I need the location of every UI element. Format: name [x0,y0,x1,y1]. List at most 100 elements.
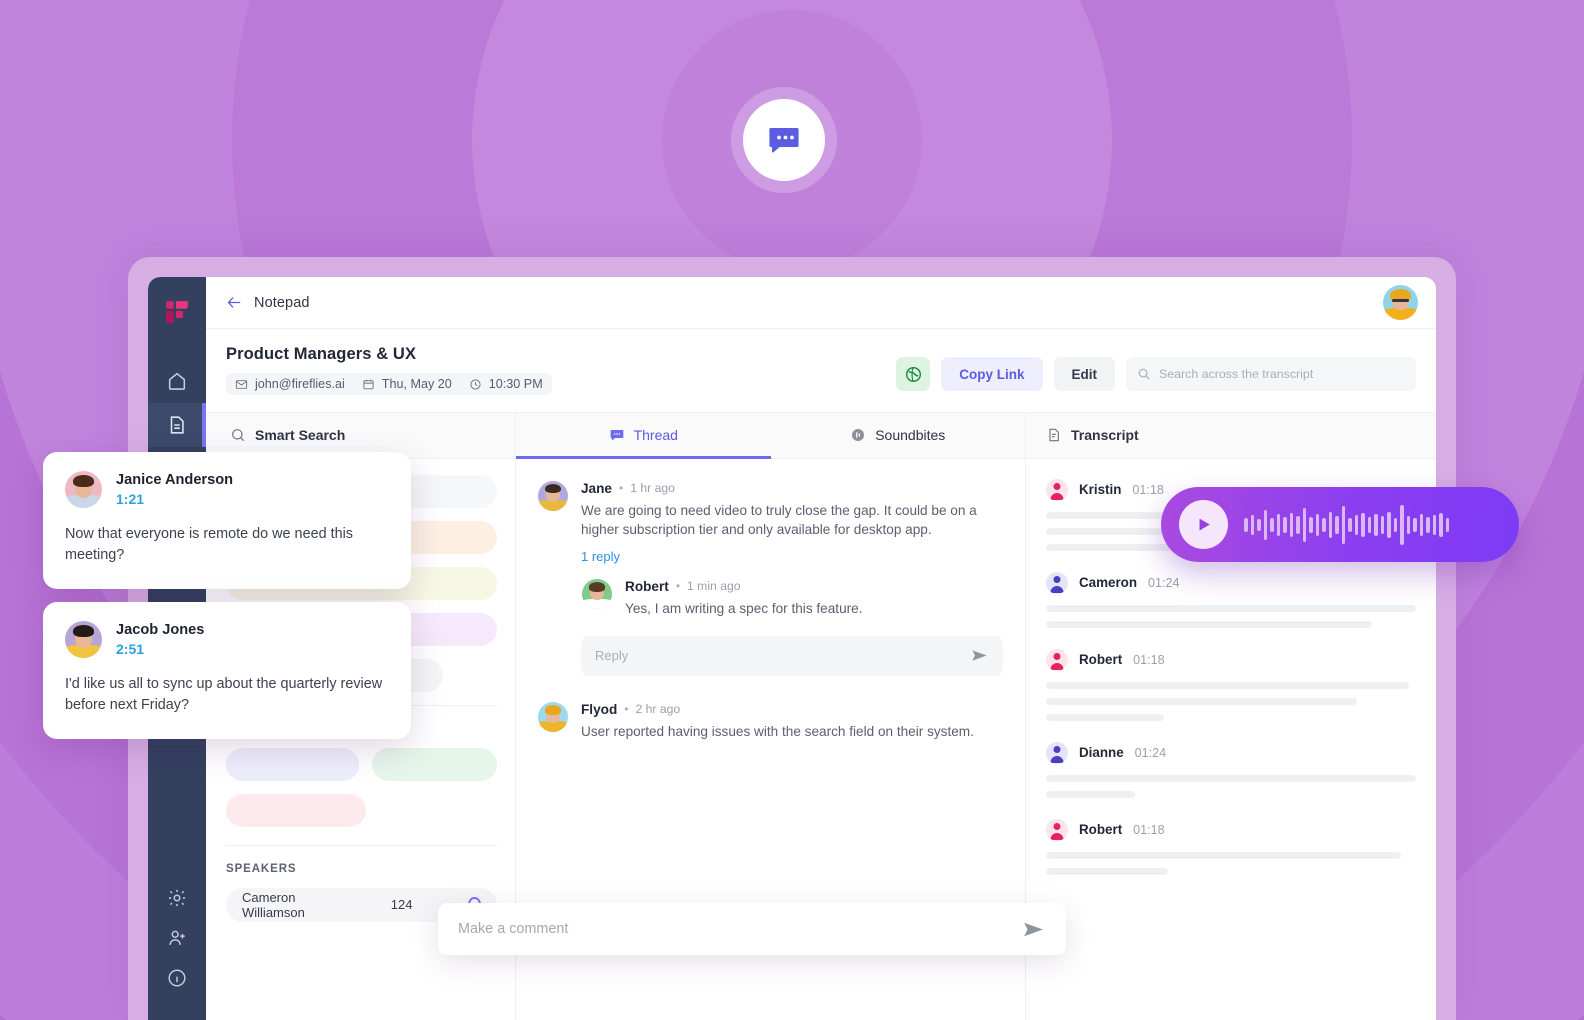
comment-text: Now that everyone is remote do we need t… [65,526,353,564]
avatar [65,621,102,658]
tab-transcript[interactable]: Transcript [1026,412,1436,459]
transcript-timestamp[interactable]: 01:18 [1132,483,1164,497]
edit-button[interactable]: Edit [1053,357,1115,391]
waveform-bar [1309,516,1313,533]
comment-timestamp[interactable]: 1:21 [116,491,233,507]
tab-thread[interactable]: Thread [516,413,771,459]
soundbite-icon [852,429,865,441]
transcript-timestamp[interactable]: 01:24 [1135,746,1167,760]
comment-input[interactable] [458,921,1009,937]
transcript-entry[interactable]: Robert 01:18 [1046,818,1416,875]
waveform-bar [1341,505,1345,544]
separator-dot: • [618,481,624,495]
thread-reply: Robert • 1 min ago Yes, I am writing a spec… [582,578,1003,619]
search-icon [1138,368,1150,380]
speakers-label: SPEAKERS [226,862,297,875]
message-time: 2 hr ago [635,702,681,717]
sidebar-item-help[interactable] [148,958,206,998]
transcript-text-placeholder [1046,713,1165,721]
waveform-bar [1354,514,1358,535]
screenshot-root: Notepad Product Managers & UX john@firef… [0,0,1584,1020]
page-title: Notepad [254,294,310,311]
transcript-speaker: Robert [1079,652,1123,667]
play-button[interactable] [1179,500,1228,549]
share-public-button[interactable] [896,357,931,391]
avatar-photo [582,578,612,609]
transcript-text-placeholder [1046,620,1372,628]
hero-chat-badge [743,99,825,181]
waveform-bar [1380,515,1384,534]
message-text: User reported having issues with the sea… [581,723,974,739]
meeting-header: Product Managers & UX john@fireflies.ai … [206,329,1436,412]
tab-transcript-label: Transcript [1071,427,1139,443]
sidebar-item-notepad[interactable] [148,403,206,447]
waveform-bar [1315,513,1319,536]
transcript-timestamp[interactable]: 01:24 [1148,576,1180,590]
transcript-entry[interactable]: Robert 01:18 [1046,648,1416,721]
send-icon[interactable] [970,646,989,665]
waveform-bar [1406,515,1410,534]
floating-comment-card[interactable]: Janice Anderson 1:21 Now that everyone i… [43,452,411,589]
waveform-bar [1361,512,1365,537]
add-user-icon [169,930,185,945]
transcript-text-placeholder [1046,851,1402,859]
reply-input[interactable] [595,648,960,664]
avatar [582,578,612,609]
meeting-actions: Copy Link Edit [896,345,1416,391]
waveform-bar [1296,515,1300,534]
send-icon[interactable] [1021,917,1046,942]
sidebar-item-settings[interactable] [148,878,206,918]
copy-link-button[interactable]: Copy Link [941,357,1043,391]
transcript-timestamp[interactable]: 01:18 [1133,653,1165,667]
transcript-search[interactable] [1126,357,1416,391]
search-input[interactable] [1159,367,1405,381]
reply-composer[interactable] [581,635,1003,676]
sentiment-pill[interactable] [226,793,366,827]
waveform-bar [1419,513,1423,536]
speaker-name: Cameron Williamson [242,889,305,920]
reply-time: 1 min ago [687,579,741,594]
avatar-photo [538,480,568,511]
fireflies-logo [166,301,188,323]
waveform-bar [1387,511,1391,538]
transcript-timestamp[interactable]: 01:18 [1133,823,1165,837]
info-icon [168,969,186,987]
transcript-entry[interactable]: Cameron 01:24 [1046,571,1416,628]
thread-message: Jane • 1 hr ago We are going to need video … [538,480,1003,676]
waveform[interactable] [1244,503,1501,547]
transcript-text-placeholder [1046,790,1135,798]
message-author: Jane [581,480,612,496]
floating-comment-card[interactable]: Jacob Jones 2:51 I'd like us all to sync… [43,602,411,739]
comment-timestamp[interactable]: 2:51 [116,641,204,657]
sidebar-bottom-group [148,878,206,1020]
avatar[interactable] [1383,285,1418,320]
transcript-entry[interactable]: Dianne 01:24 [1046,741,1416,798]
tab-soundbites[interactable]: Soundbites [771,413,1026,458]
document-icon [170,416,184,434]
tab-label: Thread [633,427,678,443]
tab-smart-search-label: Smart Search [255,427,346,443]
sentiment-pill[interactable] [371,747,497,781]
sidebar-item-invite-teammate[interactable] [148,918,206,958]
avatar [538,480,568,511]
sidebar-item-home[interactable] [148,359,206,403]
transcript-icon [1049,428,1059,442]
message-author: Flyod [581,701,618,717]
comment-composer[interactable] [438,903,1066,955]
gear-icon [168,889,186,907]
waveform-bar [1439,512,1443,537]
reply-author: Robert [625,578,669,594]
meeting-email: john@fireflies.ai [255,377,345,391]
waveform-bar [1328,511,1332,538]
chat-bubble-icon [610,430,623,441]
thread-message: Flyod • 2 hr ago User reported having issue… [538,701,1003,742]
transcript-text-placeholder [1046,681,1409,689]
message-replies: Robert • 1 min ago Yes, I am writing a spec… [581,578,1003,619]
arrow-left-icon[interactable] [226,294,243,311]
sentiment-pill[interactable] [226,747,359,781]
transcript-speaker: Cameron [1079,575,1138,590]
audio-player[interactable] [1161,487,1519,562]
show-replies-link[interactable]: 1 reply [581,549,1003,564]
transcript-text-placeholder [1046,697,1357,705]
meeting-date: Thu, May 20 [381,377,452,391]
